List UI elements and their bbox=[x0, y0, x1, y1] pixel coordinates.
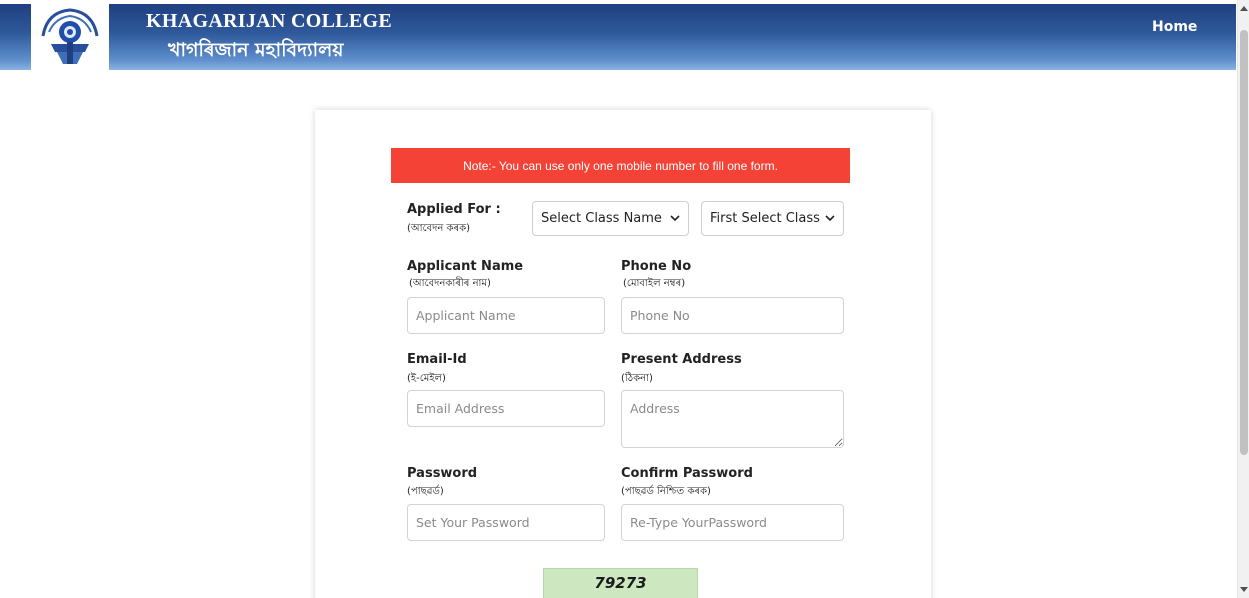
phone-label: Phone No bbox=[621, 259, 692, 274]
applicant-name-label: Applicant Name bbox=[407, 259, 524, 274]
home-link[interactable]: Home bbox=[1152, 19, 1197, 35]
college-emblem-icon bbox=[41, 8, 99, 64]
site-header: KHAGARIJAN COLLEGE খাগৰিজান মহাবিদ্যালয়… bbox=[0, 4, 1236, 70]
mobile-note-banner: Note:- You can use only one mobile numbe… bbox=[391, 148, 850, 183]
captcha-code: 79273 bbox=[543, 568, 698, 598]
scroll-down-arrow-icon[interactable] bbox=[1240, 587, 1248, 592]
college-name: KHAGARIJAN COLLEGE bbox=[146, 10, 392, 32]
scroll-thumb[interactable] bbox=[1240, 30, 1248, 455]
applicant-name-input[interactable] bbox=[407, 297, 605, 334]
phone-input[interactable] bbox=[621, 297, 844, 334]
password-sub-label: (পাছৱৰ্ড) bbox=[407, 486, 444, 497]
college-name-bengali: খাগৰিজান মহাবিদ্যালয় bbox=[168, 39, 344, 61]
first-select-class-select[interactable]: First Select Class bbox=[701, 201, 844, 236]
applicant-name-sub-label: (আবেদনকাৰীৰ নাম) bbox=[409, 278, 491, 289]
college-logo[interactable] bbox=[31, 4, 109, 70]
chevron-down-icon bbox=[670, 215, 680, 222]
phone-sub-label: (মোবাইল নম্বৰ) bbox=[623, 278, 686, 289]
class-name-select[interactable]: Select Class Name bbox=[532, 201, 689, 236]
confirm-password-label: Confirm Password bbox=[621, 466, 753, 481]
chevron-down-icon bbox=[825, 215, 835, 222]
applied-for-sub-label: (আবেদন কৰক) bbox=[407, 223, 471, 234]
registration-form-card: Note:- You can use only one mobile numbe… bbox=[315, 110, 931, 598]
first-select-class-value: First Select Class bbox=[710, 211, 820, 226]
present-address-label: Present Address bbox=[621, 352, 742, 367]
applied-for-label: Applied For : bbox=[407, 202, 501, 217]
class-name-select-value: Select Class Name bbox=[541, 211, 662, 226]
present-address-sub-label: (ঠিকনা) bbox=[621, 373, 653, 384]
password-label: Password bbox=[407, 466, 478, 481]
confirm-password-input[interactable] bbox=[621, 504, 844, 541]
confirm-password-sub-label: (পাছৱৰ্ড নিশ্চিত কৰক) bbox=[621, 486, 711, 497]
page-scrollbar[interactable] bbox=[1237, 0, 1249, 598]
email-label: Email-Id bbox=[407, 352, 467, 367]
email-sub-label: (ই-মেইল) bbox=[407, 373, 446, 384]
email-input[interactable] bbox=[407, 390, 605, 427]
address-textarea[interactable] bbox=[621, 390, 844, 448]
scroll-up-arrow-icon[interactable] bbox=[1240, 6, 1248, 11]
password-input[interactable] bbox=[407, 504, 605, 541]
